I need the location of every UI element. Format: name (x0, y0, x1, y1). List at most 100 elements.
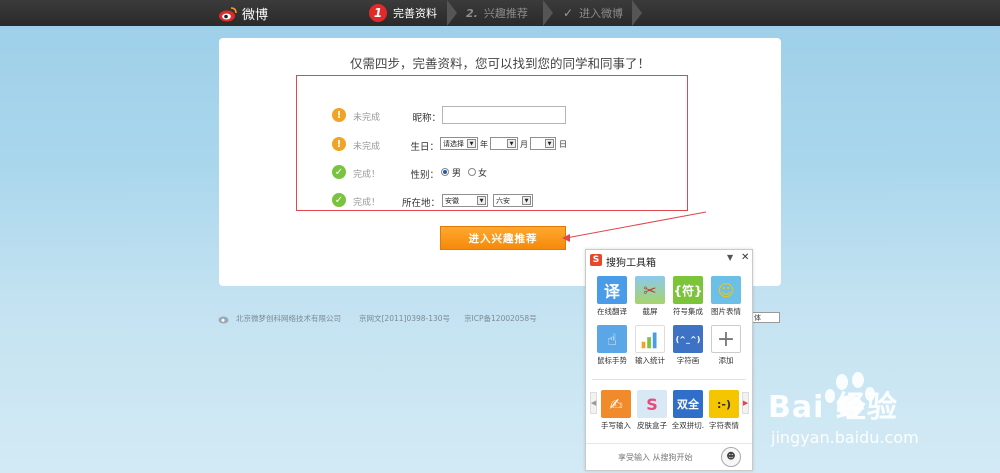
city-select[interactable]: 六安 ▼ (493, 194, 533, 207)
checkmark-icon: ✓ (332, 165, 346, 179)
radio-female[interactable] (468, 168, 476, 176)
tool-label: 字符表情 (709, 421, 739, 430)
city-value: 六安 (496, 196, 510, 205)
mouse-gesture-icon: ☝ (597, 325, 627, 353)
tool-label: 鼠标手势 (597, 356, 627, 365)
tool-input-stats[interactable]: 输入统计 (632, 325, 668, 366)
sogou-toolbox-panel: S 搜狗工具箱 ▼ ✕ 译 在线翻译 ✂ 截屏 {符} 符号集成 ☺ 图片表情 … (585, 249, 753, 471)
check-icon: ✓ (563, 6, 574, 20)
tool-label: 图片表情 (711, 307, 741, 316)
tool-ascii-art[interactable]: (^_^) 字符画 (670, 325, 706, 366)
year-select-value: 请选择 (443, 139, 464, 148)
chevron-down-icon: ▼ (507, 139, 516, 148)
footer-license-2[interactable]: 京ICP备12002058号 (464, 313, 537, 324)
tool-skin-box[interactable]: S 皮肤盒子 (634, 390, 670, 431)
page-footer: 北京微梦创科网络技术有限公司 京网文[2011]0398-130号 京ICP备1… (218, 313, 537, 324)
tool-label: 在线翻译 (597, 307, 627, 316)
tool-pinyin-switch[interactable]: 双全 全双拼切. (670, 390, 706, 431)
step-3: ✓ 进入微博 (563, 0, 623, 26)
symbols-icon: {符} (673, 276, 703, 304)
location-label: 所在地： (401, 198, 440, 209)
birthday-label: 生日： (410, 142, 439, 153)
tool-handwriting[interactable]: ✍ 手写输入 (598, 390, 634, 431)
radio-male-label[interactable]: 男 (452, 166, 461, 179)
ascii-art-icon: (^_^) (673, 325, 703, 353)
weibo-small-icon (218, 316, 229, 323)
warning-icon: ! (332, 137, 346, 151)
tool-add[interactable]: + 添加 (708, 325, 744, 366)
tool-label: 截屏 (642, 307, 658, 316)
tool-image-emoji[interactable]: ☺ 图片表情 (708, 276, 744, 317)
step-3-label: 进入微博 (579, 7, 624, 20)
province-select[interactable]: 安徽 ▼ (442, 194, 488, 207)
step-separator (632, 0, 646, 26)
emoticon-icon: :-) (709, 390, 739, 418)
step-separator (447, 0, 461, 26)
tool-screenshot[interactable]: ✂ 截屏 (632, 276, 668, 317)
scroll-left-icon[interactable]: ◀ (590, 392, 597, 414)
plus-icon: + (711, 325, 741, 353)
status-text: 完成！ (353, 198, 381, 208)
nickname-input[interactable] (442, 106, 566, 124)
footer-license-1[interactable]: 京网文[2011]0398-130号 (359, 313, 450, 324)
translate-icon: 译 (597, 276, 627, 304)
day-select[interactable]: ▼ (530, 137, 556, 150)
next-interests-button[interactable]: 进入兴趣推荐 (440, 226, 566, 250)
month-select[interactable]: ▼ (490, 137, 518, 150)
profile-form-highlight: ! 未完成 昵称： ! 未完成 生日： 请选择 ▼ 年 ▼ 月 ▼ 日 ✓ 完成… (296, 75, 688, 211)
chevron-down-icon: ▼ (467, 139, 476, 148)
step-1-label: 完善资料 (393, 7, 437, 20)
weibo-logo[interactable]: 微博 (218, 4, 268, 23)
top-nav-bar: 微博 1 完善资料 2. 兴趣推荐 ✓ 进入微博 (0, 0, 1000, 26)
row-location: ✓ 完成！ 所在地： 安徽 ▼ 六安 ▼ (297, 190, 689, 210)
close-icon[interactable]: ✕ (741, 252, 749, 263)
step-2: 2. 兴趣推荐 (466, 0, 528, 26)
checkmark-icon: ✓ (332, 193, 346, 207)
step-separator (543, 0, 557, 26)
watermark-url: jingyan.baidu.com (771, 428, 919, 447)
row-nickname: ! 未完成 昵称： (297, 105, 689, 125)
weibo-eye-icon (219, 6, 237, 21)
day-unit: 日 (559, 140, 567, 149)
logo-text: 微博 (242, 8, 269, 23)
tool-label: 手写输入 (601, 421, 631, 430)
scroll-right-icon[interactable]: ▶ (742, 392, 749, 414)
panel-title: 搜狗工具箱 (606, 258, 656, 269)
footer-company: 北京微梦创科网络技术有限公司 (236, 314, 341, 323)
nickname-label: 昵称： (412, 113, 441, 124)
radio-male[interactable] (441, 168, 449, 176)
tool-translate[interactable]: 译 在线翻译 (594, 276, 630, 317)
month-unit: 月 (520, 140, 528, 149)
panel-footer-text: 享受输入 从搜狗开始 (618, 453, 693, 462)
status-text: 完成！ (353, 170, 381, 180)
status-text: 未完成 (353, 142, 381, 152)
chevron-down-icon: ▼ (522, 196, 531, 205)
pinyin-switch-icon: 双全 (673, 390, 703, 418)
row-gender: ✓ 完成！ 性别： 男 女 (297, 162, 689, 182)
skin-box-icon: S (637, 390, 667, 418)
step-2-number: 2. (466, 6, 478, 20)
handwriting-icon: ✍ (601, 390, 631, 418)
step-1-number: 1 (369, 4, 387, 22)
gender-label: 性别： (410, 170, 439, 181)
tool-mouse-gesture[interactable]: ☝ 鼠标手势 (594, 325, 630, 366)
sogou-mascot-icon[interactable]: ☻ (721, 447, 741, 467)
tool-label: 皮肤盒子 (637, 421, 667, 430)
radio-female-label[interactable]: 女 (478, 166, 487, 179)
row-birthday: ! 未完成 生日： 请选择 ▼ 年 ▼ 月 ▼ 日 (297, 134, 689, 154)
language-value: 体 (754, 314, 761, 322)
sogou-logo-icon: S (590, 254, 602, 266)
tool-text-emoticon[interactable]: :-) 字符表情 (706, 390, 742, 431)
step-2-label: 兴趣推荐 (483, 7, 528, 20)
status-text: 未完成 (353, 113, 381, 123)
language-select[interactable]: 体 (750, 312, 780, 323)
tool-label: 字符画 (676, 356, 700, 365)
chevron-down-icon: ▼ (477, 196, 486, 205)
tool-label: 输入统计 (635, 356, 665, 365)
panel-menu-icon[interactable]: ▼ (727, 253, 733, 262)
panel-divider (592, 379, 746, 380)
tool-symbols[interactable]: {符} 符号集成 (670, 276, 706, 317)
year-select[interactable]: 请选择 ▼ (440, 137, 478, 150)
tool-label: 符号集成 (673, 307, 703, 316)
page-headline: 仅需四步，完善资料，您可以找到您的同学和同事了！ (349, 56, 650, 71)
